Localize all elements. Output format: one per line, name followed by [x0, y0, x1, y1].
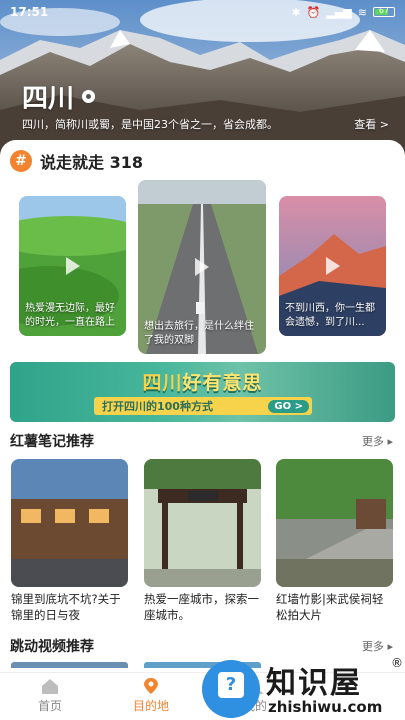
battery-level: 67 — [378, 6, 390, 15]
view-more-link[interactable]: 查看 > — [354, 116, 389, 132]
card-caption: 想出去旅行，是什么绊住了我的双脚 — [144, 321, 254, 346]
status-time: 17:51 — [10, 5, 49, 19]
note-title: 锦里到底坑不坑?关于锦里的日与夜 — [11, 592, 121, 622]
battery-icon: 67 — [373, 6, 395, 17]
hero-banner: 17:51 ✱ ⏰ ▂▄▆ ≋ 67 四川 四川，简称川或蜀，是中国23个省之一… — [0, 0, 405, 160]
wifi-icon: ≋ — [357, 5, 367, 19]
play-icon — [195, 258, 209, 276]
watermark-logo: ? 知识屋 zhishiwu.com ® — [200, 654, 405, 720]
banner-go-button[interactable]: GO > — [268, 399, 309, 413]
video-card-peek[interactable] — [11, 662, 128, 668]
tab-destination-label: 目的地 — [132, 699, 169, 713]
banner-subtitle-bar: 打开四川的100种方式 GO > — [94, 397, 312, 415]
content-sheet: # 说走就走 318 热爱漫无边际，最好的时光，一直在路上 想出去旅行，是什么绊… — [0, 140, 405, 720]
watermark-name: 知识屋 — [266, 666, 362, 701]
note-title: 红墙竹影|来武侯祠轻松拍大片 — [276, 592, 384, 622]
signal-icon: ▂▄▆ — [326, 5, 352, 19]
topic-card[interactable]: 不到川西，你一生都会遗憾，到了川... — [279, 196, 386, 336]
destination-title[interactable]: 四川 — [22, 78, 96, 115]
map-pin-icon — [144, 678, 158, 694]
note-card[interactable]: 锦里到底坑不坑?关于锦里的日与夜 — [11, 459, 128, 623]
play-icon — [65, 257, 80, 275]
destination-description: 四川，简称川或蜀，是中国23个省之一，省会成都。 — [22, 118, 278, 131]
banner-subtitle: 打开四川的100种方式 — [102, 400, 213, 413]
card-caption: 不到川西，你一生都会遗憾，到了川... — [285, 303, 375, 328]
topic-card[interactable]: 想出去旅行，是什么绊住了我的双脚 — [138, 180, 266, 354]
watermark-registered: ® — [391, 656, 403, 670]
home-icon — [42, 679, 58, 694]
note-image — [11, 459, 128, 587]
status-icons: ✱ ⏰ ▂▄▆ ≋ 67 — [291, 6, 395, 19]
tab-home-label: 首页 — [37, 699, 62, 713]
note-image — [144, 459, 261, 587]
banner-title: 四川好有意思 — [10, 368, 395, 395]
note-card[interactable]: 热爱一座城市，探索一座城市。 — [144, 459, 261, 623]
notes-more-link[interactable]: 更多 ▸ — [362, 433, 393, 449]
hashtag-icon: # — [10, 150, 32, 172]
note-title: 热爱一座城市，探索一座城市。 — [144, 592, 259, 622]
app-screen: 17:51 ✱ ⏰ ▂▄▆ ≋ 67 四川 四川，简称川或蜀，是中国23个省之一… — [0, 0, 405, 720]
promo-banner[interactable]: 四川好有意思 打开四川的100种方式 GO > — [10, 362, 395, 422]
alarm-icon: ⏰ — [306, 5, 321, 19]
question-icon: ? — [218, 672, 244, 698]
tab-home[interactable]: 首页 — [15, 677, 85, 714]
topic-card[interactable]: 热爱漫无边际，最好的时光，一直在路上 — [19, 196, 126, 336]
destination-name: 四川 — [22, 84, 75, 114]
banner-title-b: 好有意思 — [182, 372, 263, 394]
topic-header[interactable]: # 说走就走 318 — [10, 149, 143, 173]
videos-more-link[interactable]: 更多 ▸ — [362, 638, 393, 654]
watermark-icon: ? — [202, 660, 260, 718]
notes-section-title: 红薯笔记推荐 — [10, 431, 94, 453]
status-bar: 17:51 ✱ ⏰ ▂▄▆ ≋ 67 — [0, 0, 405, 24]
card-caption: 热爱漫无边际，最好的时光，一直在路上 — [25, 303, 115, 328]
topic-title: 说走就走 318 — [40, 153, 143, 172]
play-icon — [325, 257, 340, 275]
tab-destination[interactable]: 目的地 — [116, 677, 186, 714]
note-image — [276, 459, 393, 587]
note-card[interactable]: 红墙竹影|来武侯祠轻松拍大片 — [276, 459, 393, 623]
banner-title-a: 四川 — [142, 372, 183, 394]
notes-section-title-text: 红薯笔记推荐 — [10, 434, 94, 450]
videos-section-title: 跳动视频推荐 — [10, 636, 94, 658]
watermark-url: zhishiwu.com — [268, 698, 383, 716]
videos-section-title-text: 跳动视频推荐 — [10, 639, 94, 655]
location-pin-icon — [82, 90, 96, 103]
bluetooth-icon: ✱ — [291, 5, 301, 19]
